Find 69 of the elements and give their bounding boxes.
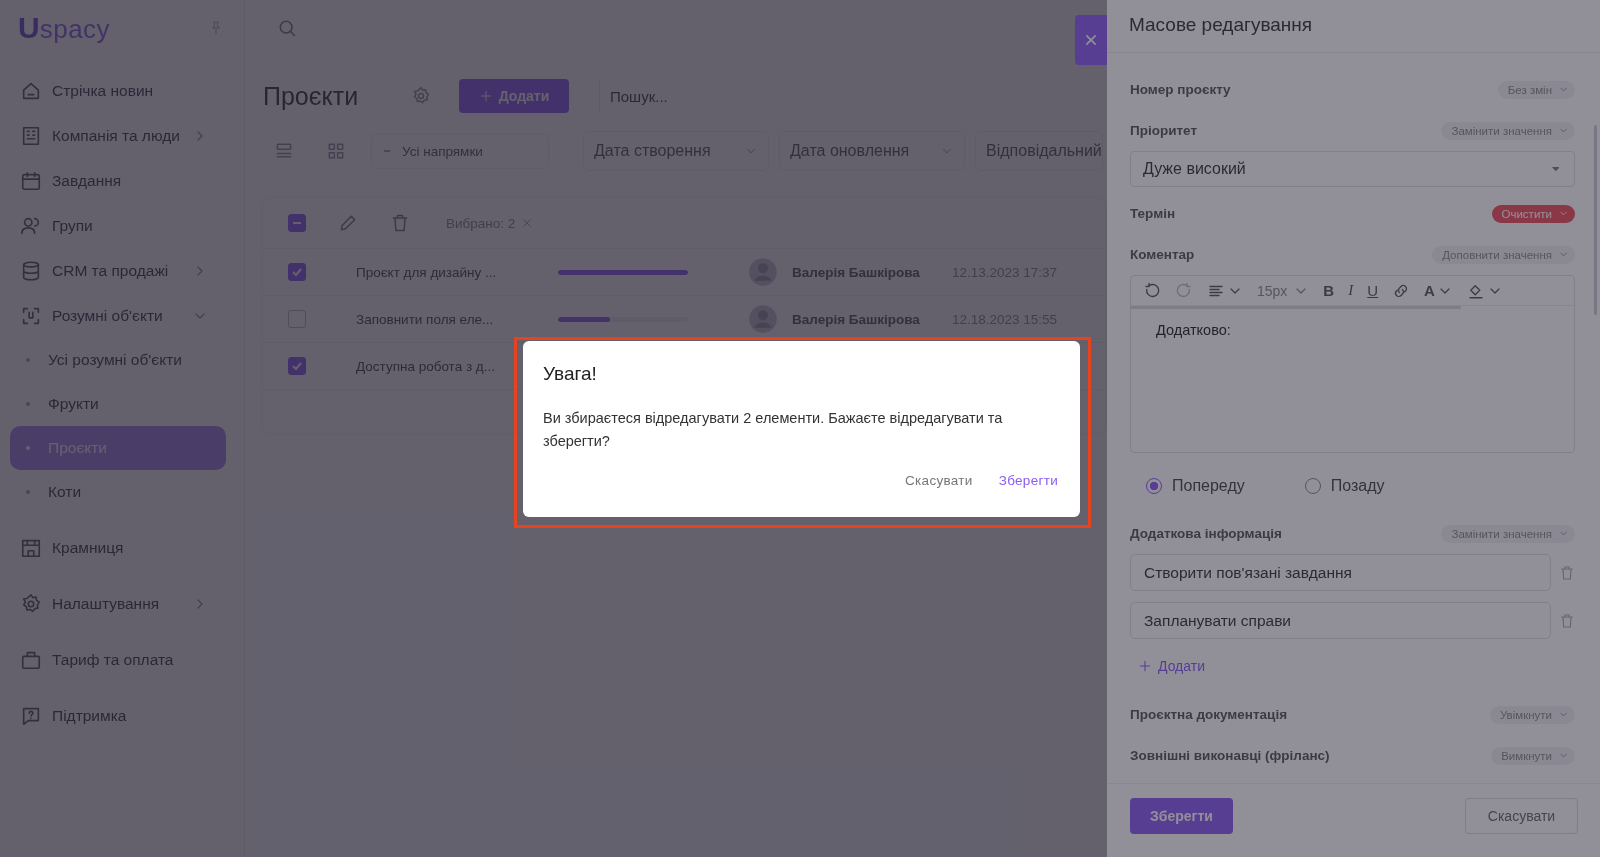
nav-item[interactable]: Групи <box>10 203 234 248</box>
nav-subitem[interactable]: Усі розумні об'єкти <box>10 338 226 382</box>
close-button[interactable] <box>1075 15 1107 65</box>
pencil-icon[interactable] <box>338 213 358 233</box>
underline-button[interactable]: U <box>1367 282 1379 299</box>
plus-icon <box>478 89 493 103</box>
nav-item[interactable]: Налаштування <box>10 581 234 626</box>
database-icon <box>20 259 42 282</box>
trash-icon[interactable] <box>390 213 410 233</box>
close-icon[interactable] <box>521 217 534 229</box>
text-color-dropdown[interactable]: A <box>1424 282 1453 299</box>
field-label: Пріоритет <box>1130 123 1198 138</box>
nav-item[interactable]: Стрічка новин <box>10 68 234 113</box>
close-icon <box>1083 32 1099 48</box>
undo-icon[interactable] <box>1143 281 1161 300</box>
radio-option[interactable]: Попереду <box>1146 477 1245 495</box>
bullet-icon <box>26 446 30 450</box>
field-label: Коментар <box>1130 247 1195 262</box>
select-all-checkbox[interactable] <box>288 214 306 232</box>
nav-item[interactable]: Крамниця <box>10 525 234 570</box>
cancel-button[interactable]: Скасувати <box>905 473 973 488</box>
nav-subitem[interactable]: Коти <box>10 470 226 514</box>
gear-icon <box>20 592 42 615</box>
check-icon <box>291 360 303 372</box>
dialog-message: Ви збираєтеся відредагувати 2 елементи. Бажаєте відредагувати та зберегти? <box>543 409 1004 451</box>
avatar-icon <box>748 304 778 334</box>
field-label: Термін <box>1130 206 1176 221</box>
nav-item[interactable]: Розумні об'єкти <box>10 293 234 338</box>
input-field[interactable]: Створити пов'язані завдання <box>1130 554 1551 591</box>
bold-button[interactable]: B <box>1323 282 1335 299</box>
settings-icon[interactable] <box>411 86 431 106</box>
nav-item[interactable]: Компанія та люди <box>10 113 234 158</box>
cancel-button[interactable]: Скасувати <box>1465 797 1578 834</box>
trash-icon[interactable] <box>1559 612 1575 629</box>
font-size-dropdown[interactable]: 15px <box>1257 282 1310 299</box>
save-button[interactable]: Зберегти <box>1130 797 1233 834</box>
calendar-icon <box>20 169 42 192</box>
panel-title: Масове редагування <box>1107 0 1600 53</box>
field-label: Номер проєкту <box>1130 82 1231 97</box>
plus-icon <box>1138 659 1152 673</box>
avatar-icon <box>748 257 778 287</box>
check-icon <box>291 266 303 278</box>
grid-icon <box>326 141 346 161</box>
search-icon[interactable] <box>277 18 297 38</box>
nav-item[interactable]: Завдання <box>10 158 234 203</box>
input-field[interactable]: Запланувати справи <box>1130 602 1551 639</box>
building-icon <box>20 124 42 147</box>
nav-subitem[interactable]: Фрукти <box>10 382 226 426</box>
field-label: Проєктна документація <box>1130 707 1288 722</box>
add-link[interactable]: Додати <box>1138 658 1205 674</box>
page-title: Проєкти <box>263 81 360 111</box>
nav-item[interactable]: CRM та продажі <box>10 248 234 293</box>
mode-dropdown[interactable]: Очистити <box>1491 204 1575 223</box>
list-icon <box>274 141 294 161</box>
save-button[interactable]: Зберегти <box>998 473 1058 488</box>
priority-select[interactable]: Дуже високий <box>1130 151 1575 187</box>
field-label: Зовнішні виконавці (фріланс) <box>1130 748 1330 763</box>
text-editor[interactable]: 15px B I U A Додатково: <box>1130 275 1575 453</box>
field-label: Додаткова інформація <box>1130 526 1282 541</box>
trash-icon[interactable] <box>1559 564 1575 581</box>
editor-text: Додатково: <box>1156 322 1231 338</box>
nav-item[interactable]: Підтримка <box>10 693 234 738</box>
redo-icon[interactable] <box>1175 281 1193 300</box>
nav-item[interactable]: Тариф та оплата <box>10 637 234 682</box>
row-checkbox[interactable] <box>288 357 306 375</box>
italic-button[interactable]: I <box>1348 282 1354 299</box>
row-checkbox[interactable] <box>288 263 306 281</box>
radio-option[interactable]: Позаду <box>1304 477 1385 495</box>
dialog-title: Увага! <box>543 363 598 385</box>
